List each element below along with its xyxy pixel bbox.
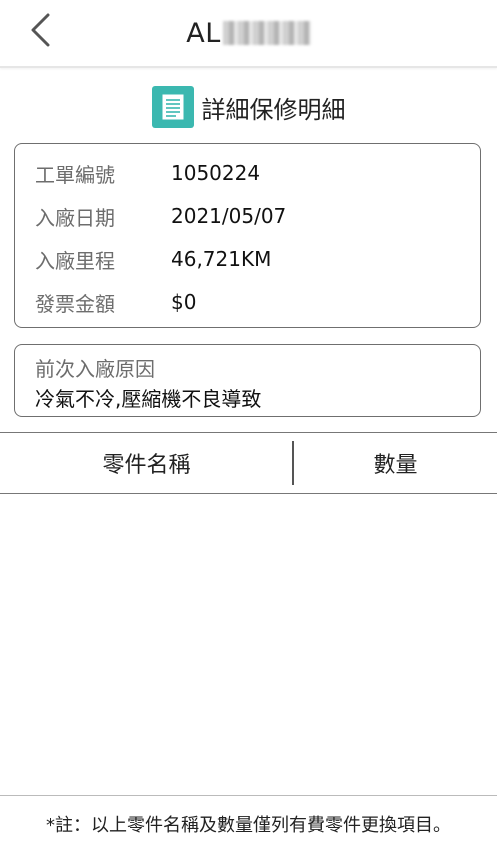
- plate-number-redacted: [222, 21, 311, 45]
- info-label: 發票金額: [35, 291, 115, 316]
- section-heading: 詳細保修明細: [0, 84, 497, 130]
- info-label: 入廠里程: [35, 248, 115, 273]
- info-label: 入廠日期: [35, 205, 115, 230]
- info-value: $0: [171, 290, 197, 314]
- reason-value: 冷氣不冷,壓縮機不良導致: [35, 387, 262, 411]
- footer: *註：以上零件名稱及數量僅列有費零件更換項目。: [0, 795, 497, 851]
- parts-table-body: [0, 494, 497, 794]
- info-value: 1050224: [171, 161, 261, 185]
- previous-visit-reason-card: 前次入廠原因 冷氣不冷,壓縮機不良導致: [14, 344, 481, 417]
- reason-label: 前次入廠原因: [35, 357, 155, 381]
- info-value: 46,721KM: [171, 247, 272, 271]
- info-label: 工單編號: [35, 162, 115, 187]
- page-title: AL: [0, 0, 497, 66]
- info-row-order-number: 工單編號 1050224: [35, 158, 260, 188]
- top-app-bar: AL: [0, 0, 497, 68]
- info-row-mileage: 入廠里程 46,721KM: [35, 244, 271, 274]
- info-value: 2021/05/07: [171, 204, 287, 228]
- parts-table-header: 零件名稱 數量: [0, 432, 497, 494]
- footer-note: *註：以上零件名稱及數量僅列有費零件更換項目。: [46, 814, 451, 836]
- document-icon: [151, 86, 194, 128]
- column-header-quantity: 數量: [373, 452, 418, 478]
- plate-number-prefix: AL: [186, 17, 221, 49]
- work-order-info-card: 工單編號 1050224 入廠日期 2021/05/07 入廠里程 46,721…: [14, 143, 481, 328]
- section-title: 詳細保修明細: [201, 95, 346, 124]
- info-row-invoice-amount: 發票金額 $0: [35, 287, 196, 317]
- column-header-part-name: 零件名稱: [102, 452, 191, 478]
- info-row-entry-date: 入廠日期 2021/05/07: [35, 201, 286, 231]
